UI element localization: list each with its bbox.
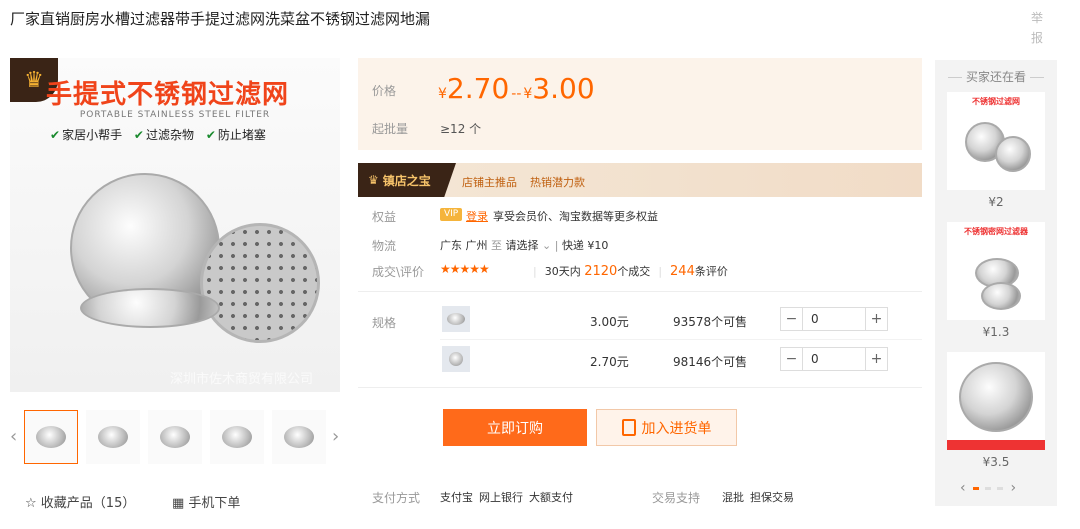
divider [358,291,922,292]
recommend-item-image[interactable] [947,352,1045,450]
promo-tag: 店铺主推品 [462,176,517,189]
logistics-info: 广东 广州 至 请选择 ⌄ | 快递 ¥10 [440,239,609,252]
moq-value: ≥12 个 [440,122,482,136]
divider [358,387,922,388]
recommend-price: ¥2 [988,195,1004,209]
plus-button[interactable]: + [865,348,887,370]
rights-label: 权益 [372,210,397,224]
pager-dot[interactable] [985,486,992,490]
divider [440,339,922,340]
sales-label: 成交\评价 [372,265,425,279]
rights-text: 享受会员价、淘宝数据等更多权益 [493,210,658,223]
check-icon: ✔ [50,128,61,142]
minus-button[interactable]: − [781,308,803,330]
thumbnail-image [222,426,252,448]
spec-stock: 93578个可售 [673,315,748,329]
sidebar-title: 买家还在看 [935,68,1057,85]
qr-code-icon: ▦ [172,496,189,511]
thumbnail-image [36,426,66,448]
add-to-cart-button[interactable]: 加入进货单 [596,409,737,446]
thumbnail[interactable] [272,410,326,464]
spec-price: 2.70元 [590,355,629,369]
favorite-label: 收藏产品（15） [40,496,136,511]
page-title: 厂家直销厨房水槽过滤器带手提过滤网洗菜盆不锈钢过滤网地漏 [10,10,431,28]
thumbnail[interactable] [210,410,264,464]
report-link[interactable]: 举报 [1030,8,1044,48]
check-icon: ✔ [133,128,144,142]
pager-dot[interactable] [973,486,980,490]
image-tag: ✔ 过滤杂物 [133,128,194,142]
plus-button[interactable]: + [865,308,887,330]
strainer-mesh-graphic [200,223,320,343]
crown-icon: ♛ [368,173,379,187]
shop-treasure-badge: ♛ 镇店之宝 [358,163,456,197]
strainer-rim-graphic [80,288,220,328]
chevron-down-icon: ⌄ [542,239,552,252]
mobile-order-button[interactable]: ▦ 手机下单 [172,492,240,511]
sidebar-pager: ‹ › [960,480,1016,496]
recommend-item-image[interactable]: 不锈钢过滤网 [947,92,1045,190]
thumbnail-image [98,426,128,448]
image-subheadline: PORTABLE STAINLESS STEEL FILTER [79,110,271,120]
mobile-order-label: 手机下单 [188,496,241,511]
minus-button[interactable]: − [781,348,803,370]
favorite-button[interactable]: ☆ 收藏产品（15） [25,492,135,511]
login-link[interactable]: 登录 [466,208,488,224]
vip-badge: VIP [440,208,463,221]
recommend-caption: 不锈钢过滤网 [972,97,1020,106]
review-count[interactable]: 244 [670,264,695,279]
payment-label: 支付方式 [372,491,421,505]
chevron-left-icon[interactable]: ‹ [960,480,966,496]
image-tags: ✔ 家居小帮手 ✔ 过滤杂物 ✔ 防止堵塞 [50,126,274,143]
pager-dot[interactable] [997,486,1004,490]
quantity-stepper: − 0 + [780,307,888,331]
chevron-left-icon[interactable]: ‹ [10,426,17,447]
promo-tag: 热销潜力款 [530,176,585,189]
chevron-right-icon[interactable]: › [332,426,339,447]
thumbnail[interactable] [148,410,202,464]
star-outline-icon: ☆ [25,496,41,511]
logistics-label: 物流 [372,239,397,253]
recommend-price: ¥3.5 [982,455,1010,469]
trade-support: 混批 担保交易 [722,491,794,504]
quantity-stepper: − 0 + [780,347,888,371]
price-label: 价格 [372,84,397,98]
recommend-caption: 不锈钢密网过滤器 [964,227,1028,236]
add-to-cart-label: 加入进货单 [641,420,712,437]
thumbnail[interactable] [86,410,140,464]
clipboard-icon [621,419,636,436]
destination-select[interactable]: 请选择 ⌄ [506,239,552,252]
thumbnail-strip: ‹ › [10,408,350,466]
payment-method: 支付宝 [440,491,473,504]
spec-label: 规格 [372,316,397,330]
price-range: ¥2.70 -- ¥3.00 [438,72,595,105]
buy-now-button[interactable]: 立即订购 [443,409,587,446]
thumbnail-image [284,426,314,448]
quantity-input[interactable]: 0 [803,312,865,326]
express-fee: 快递 ¥10 [561,239,609,252]
recommend-price: ¥1.3 [982,325,1010,339]
sales-info: | 30天内 2120个成交 | 244条评价 [533,264,728,279]
image-headline: 手提式不锈钢过滤网 [46,80,290,110]
payment-methods: 支付宝 网上银行 大额支付 [440,489,579,505]
image-tag: ✔ 家居小帮手 [50,128,123,142]
chevron-right-icon[interactable]: › [1011,480,1017,496]
spec-price: 3.00元 [590,315,629,329]
quantity-input[interactable]: 0 [803,352,865,366]
trade-support-label: 交易支持 [652,491,701,505]
recommend-item-image[interactable]: 不锈钢密网过滤器 [947,222,1045,320]
thumbnail[interactable] [24,410,78,464]
moq-label: 起批量 [372,122,409,136]
thumbnail-image [160,426,190,448]
spec-thumbnail[interactable] [442,346,470,372]
rating-stars-icon: ★★★★★ [440,262,490,276]
payment-method: 大额支付 [529,491,573,504]
check-icon: ✔ [205,128,216,142]
image-tag: ✔ 防止堵塞 [205,128,266,142]
spec-stock: 98146个可售 [673,355,748,369]
spec-thumbnail[interactable] [442,306,470,332]
sales-count: 2120 [584,264,618,279]
image-watermark: 深圳市佐木商贸有限公司 [170,372,314,387]
payment-method: 网上银行 [479,491,523,504]
